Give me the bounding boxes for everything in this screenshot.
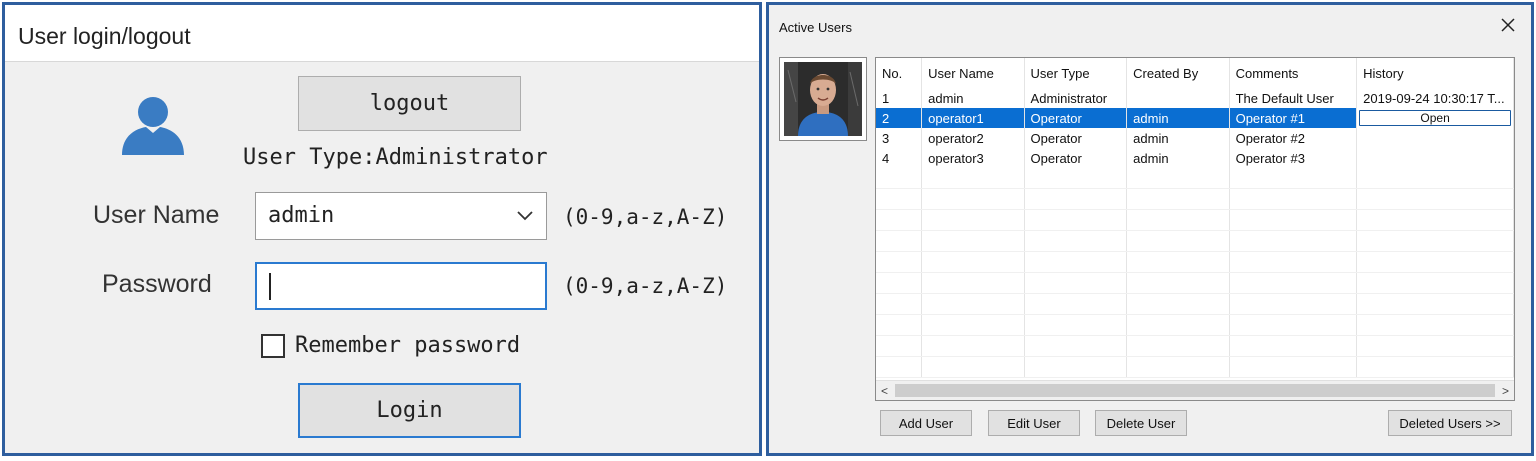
table-row[interactable]: 4 operator3 Operator admin Operator #3: [876, 148, 1514, 168]
login-dialog: User login/logout logout User Type:Admin…: [2, 2, 762, 456]
cell-created-by: [1126, 88, 1230, 108]
remember-password-label[interactable]: Remember password: [295, 333, 520, 358]
cell-created-by: admin: [1126, 148, 1230, 168]
cell-history: Open: [1356, 108, 1514, 128]
login-dialog-title: User login/logout: [18, 23, 191, 49]
empty-row: [876, 356, 1514, 378]
username-combobox[interactable]: admin: [255, 192, 547, 240]
cell-no: 4: [876, 148, 923, 168]
login-titlebar: User login/logout: [5, 5, 759, 62]
cell-no: 2: [876, 108, 923, 128]
text-caret: [269, 273, 271, 300]
column-header-user-name[interactable]: User Name: [921, 58, 1025, 88]
close-icon[interactable]: [1499, 16, 1517, 34]
username-value: admin: [268, 203, 335, 228]
cell-history: [1356, 128, 1514, 148]
empty-row: [876, 209, 1514, 231]
delete-user-button[interactable]: Delete User: [1095, 410, 1187, 436]
cell-user-type: Operator: [1024, 108, 1128, 128]
logout-button[interactable]: logout: [298, 76, 521, 131]
cell-comments: The Default User: [1229, 88, 1358, 108]
cell-user-type: Operator: [1024, 128, 1128, 148]
cell-user-type: Administrator: [1024, 88, 1128, 108]
cell-no: 1: [876, 88, 923, 108]
password-label: Password: [102, 270, 212, 298]
empty-rows: [876, 168, 1514, 378]
chevron-down-icon[interactable]: [516, 209, 534, 223]
cell-history: [1356, 148, 1514, 168]
empty-row: [876, 335, 1514, 357]
scroll-thumb[interactable]: [895, 384, 1495, 397]
cell-comments: Operator #2: [1229, 128, 1358, 148]
cell-user-name: operator2: [921, 128, 1025, 148]
deleted-users-button[interactable]: Deleted Users >>: [1388, 410, 1512, 436]
username-hint: (0-9,a-z,A-Z): [563, 205, 728, 229]
horizontal-scrollbar[interactable]: < >: [876, 380, 1514, 400]
column-header-no[interactable]: No.: [876, 58, 923, 88]
empty-row: [876, 188, 1514, 210]
cell-user-type: Operator: [1024, 148, 1128, 168]
user-photo: [784, 62, 862, 136]
table-row-selected[interactable]: 2 operator1 Operator admin Operator #1 O…: [876, 108, 1514, 128]
empty-row: [876, 314, 1514, 336]
active-users-title: Active Users: [779, 20, 852, 35]
login-button[interactable]: Login: [298, 383, 521, 438]
user-photo-frame: [779, 57, 867, 141]
cell-comments: Operator #1: [1229, 108, 1358, 128]
cell-comments: Operator #3: [1229, 148, 1358, 168]
username-label: User Name: [93, 201, 220, 229]
cell-no: 3: [876, 128, 923, 148]
cell-user-name: admin: [921, 88, 1025, 108]
history-open-button[interactable]: Open: [1359, 110, 1511, 126]
empty-row: [876, 272, 1514, 294]
column-header-comments[interactable]: Comments: [1229, 58, 1358, 88]
users-table: No. User Name User Type Created By Comme…: [876, 58, 1514, 378]
cell-created-by: admin: [1126, 108, 1230, 128]
column-header-user-type[interactable]: User Type: [1024, 58, 1128, 88]
cell-created-by: admin: [1126, 128, 1230, 148]
column-header-created-by[interactable]: Created By: [1126, 58, 1230, 88]
user-avatar-icon: [122, 97, 184, 155]
empty-row: [876, 293, 1514, 315]
password-hint: (0-9,a-z,A-Z): [563, 274, 728, 298]
edit-user-button[interactable]: Edit User: [988, 410, 1080, 436]
table-header-row: No. User Name User Type Created By Comme…: [876, 58, 1514, 88]
cell-user-name: operator1: [921, 108, 1025, 128]
empty-row: [876, 168, 1514, 189]
add-user-button[interactable]: Add User: [880, 410, 972, 436]
active-users-dialog: Active Users No. User Name User Type Cre…: [766, 2, 1534, 456]
scroll-left-arrow[interactable]: <: [876, 381, 893, 400]
table-row[interactable]: 1 admin Administrator The Default User 2…: [876, 88, 1514, 108]
users-list[interactable]: No. User Name User Type Created By Comme…: [875, 57, 1515, 401]
scroll-right-arrow[interactable]: >: [1497, 381, 1514, 400]
password-field[interactable]: [255, 262, 547, 310]
empty-row: [876, 230, 1514, 252]
user-type-label: User Type:Administrator: [243, 145, 548, 170]
column-header-history[interactable]: History: [1356, 58, 1514, 88]
table-row[interactable]: 3 operator2 Operator admin Operator #2: [876, 128, 1514, 148]
empty-row: [876, 251, 1514, 273]
cell-history: 2019-09-24 10:30:17 T...: [1356, 88, 1514, 108]
cell-user-name: operator3: [921, 148, 1025, 168]
remember-password-checkbox[interactable]: [261, 334, 285, 358]
